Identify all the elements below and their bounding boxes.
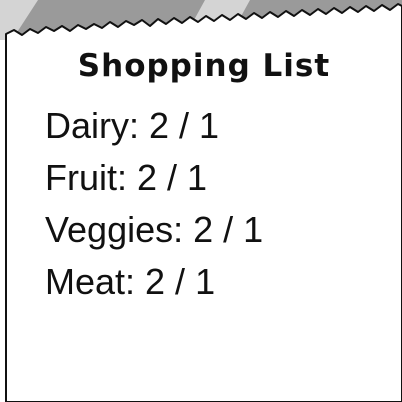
shopping-list-title: Shopping List: [77, 48, 331, 84]
list-item-meat: Meat: 2 / 1: [45, 261, 216, 302]
shopping-list: Dairy: 2 / 1 Fruit: 2 / 1 Veggies: 2 / 1…: [45, 100, 263, 308]
game-scene: Shopping List Dairy: 2 / 1 Fruit: 2 / 1 …: [0, 0, 402, 402]
list-item-dairy: Dairy: 2 / 1: [45, 105, 220, 146]
list-item-fruit: Fruit: 2 / 1: [45, 157, 208, 198]
list-item-veggies: Veggies: 2 / 1: [45, 209, 264, 250]
